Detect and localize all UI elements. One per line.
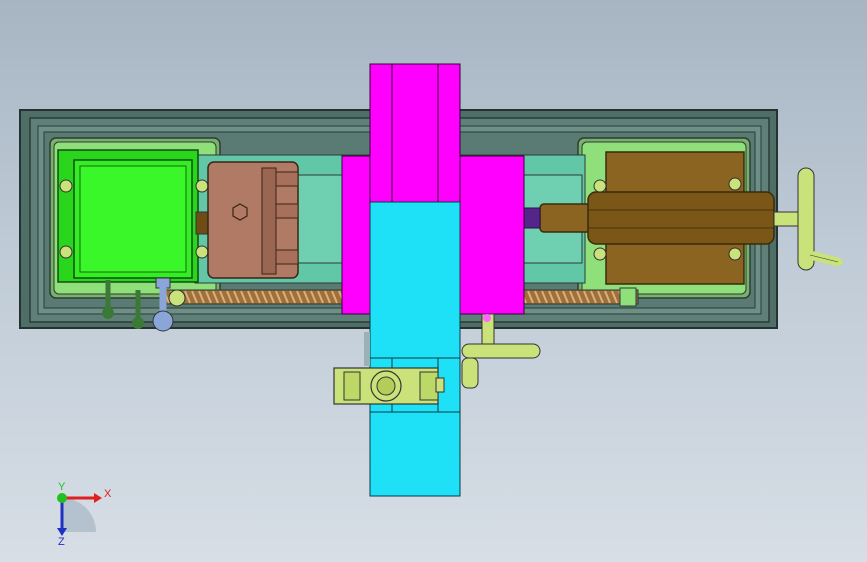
lever-knob-icon[interactable] xyxy=(102,307,114,319)
lever-knob-icon xyxy=(168,289,186,307)
x-axis-label: X xyxy=(104,488,112,500)
tool-post[interactable] xyxy=(369,201,461,497)
bolt-icon xyxy=(59,179,73,193)
bolt-icon xyxy=(593,179,607,193)
bolt-icon xyxy=(593,247,607,261)
bolt-icon xyxy=(195,245,209,259)
bolt-icon xyxy=(728,177,742,191)
lathe-model-view[interactable]: X Y Z xyxy=(0,0,867,562)
chuck[interactable] xyxy=(195,161,299,279)
y-axis-label: Y xyxy=(58,481,66,493)
orientation-triad: X Y Z xyxy=(57,481,112,548)
bolt-icon xyxy=(728,247,742,261)
tailstock-handwheel[interactable] xyxy=(773,167,843,271)
bolt-icon xyxy=(195,179,209,193)
crank-knob-icon xyxy=(483,314,491,322)
z-axis-label: Z xyxy=(58,536,65,548)
lever-knob-icon[interactable] xyxy=(132,317,144,329)
cad-viewport[interactable]: X Y Z xyxy=(0,0,867,562)
headstock-motor[interactable] xyxy=(57,149,209,283)
lever-knob-icon[interactable] xyxy=(152,310,174,332)
bolt-icon xyxy=(59,245,73,259)
